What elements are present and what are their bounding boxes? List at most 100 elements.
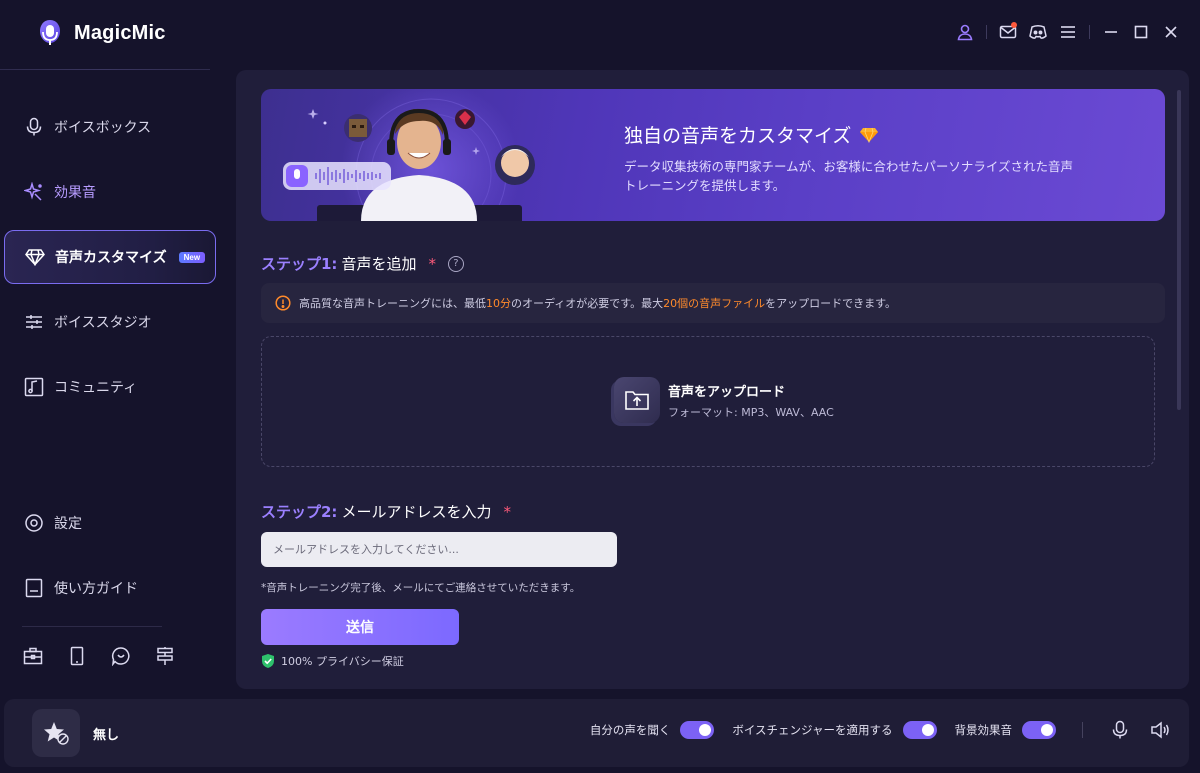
email-field[interactable]: [261, 532, 617, 567]
account-button[interactable]: [950, 18, 980, 46]
privacy-guarantee: 100% プライバシー保証: [261, 653, 404, 669]
sidebar-item-label: 音声カスタマイズ: [55, 250, 167, 266]
close-button[interactable]: [1156, 18, 1186, 46]
microphone-icon[interactable]: [1109, 719, 1131, 741]
banner-illustration: [283, 89, 535, 221]
notice-highlight: 10分: [486, 297, 511, 310]
app-logo: MagicMic: [36, 16, 166, 50]
step2-heading: ステップ2: メールアドレスを入力 *: [261, 501, 511, 522]
sparkle-icon: [24, 182, 44, 202]
sidebar-utility-icons: [22, 645, 176, 667]
required-marker: *: [503, 502, 511, 521]
background-sound-toggle[interactable]: [1022, 721, 1056, 739]
banner-description: データ収集技術の専門家チームが、お客様に合わせたパーソナライズされた音声トレーニ…: [624, 159, 1074, 193]
menu-button[interactable]: [1053, 18, 1083, 46]
notice-part: をアップロードできます。: [765, 297, 897, 310]
current-effect-tile[interactable]: [32, 709, 80, 757]
close-icon: [1165, 26, 1177, 38]
notice-text: 高品質な音声トレーニングには、最低10分のオーディオが必要です。最大20個の音声…: [299, 295, 896, 311]
sidebar-item-sound-effects[interactable]: 効果音: [4, 165, 216, 219]
sidebar-item-voicebox[interactable]: ボイスボックス: [4, 100, 216, 154]
minimize-button[interactable]: [1096, 18, 1126, 46]
speaker-icon[interactable]: [1149, 719, 1171, 741]
submit-button[interactable]: 送信: [261, 609, 459, 645]
scrollbar[interactable]: [1177, 90, 1181, 410]
sidebar-item-label: 使い方ガイド: [54, 581, 138, 597]
step1-title: 音声を追加: [341, 255, 417, 273]
banner-title: 独自の音声をカスタマイズ: [624, 121, 879, 148]
star-off-icon: [44, 722, 69, 745]
privacy-text: 100% プライバシー保証: [281, 655, 404, 668]
sidebar-item-label: ボイススタジオ: [54, 315, 152, 331]
sidebar: ボイスボックス 効果音 音声カスタマイズ New ボイススタジオ コミュニティ …: [0, 70, 220, 690]
sidebar-item-voice-studio[interactable]: ボイススタジオ: [4, 295, 216, 349]
book-icon: [24, 578, 44, 598]
maximize-icon: [1134, 25, 1148, 39]
step1-number: ステップ1:: [261, 255, 338, 273]
main-panel: 独自の音声をカスタマイズ データ収集技術の専門家チームが、お客様に合わせたパーソ…: [236, 70, 1189, 689]
app-name: MagicMic: [74, 21, 166, 44]
promo-banner: 独自の音声をカスタマイズ データ収集技術の専門家チームが、お客様に合わせたパーソ…: [261, 89, 1165, 221]
discord-button[interactable]: [1023, 18, 1053, 46]
upload-label: 音声をアップロード: [668, 384, 786, 400]
magicmic-logo-icon: [40, 20, 60, 45]
gear-icon: [24, 513, 44, 533]
upload-text: 音声をアップロード フォーマット: MP3、WAV、AAC: [668, 381, 834, 420]
notice-part: のオーディオが必要です。最大: [511, 297, 664, 310]
bottombar-separator: [1082, 722, 1083, 738]
toolbar-separator: [1089, 25, 1090, 39]
upload-dropzone[interactable]: 音声をアップロード フォーマット: MP3、WAV、AAC: [261, 336, 1155, 467]
gem-icon: [860, 127, 879, 143]
sidebar-item-label: 効果音: [54, 185, 96, 201]
toggle-label: ボイスチェンジャーを適用する: [732, 723, 893, 737]
notice-part: 高品質な音声トレーニングには、最低: [299, 297, 486, 310]
user-icon: [957, 24, 973, 41]
warning-icon: [275, 295, 291, 311]
sidebar-divider: [22, 626, 162, 627]
step2-number: ステップ2:: [261, 503, 338, 521]
mobile-icon[interactable]: [66, 645, 88, 667]
upload-button[interactable]: 音声をアップロード フォーマット: MP3、WAV、AAC: [614, 377, 834, 423]
current-effect-label: 無し: [93, 728, 120, 743]
new-badge: New: [178, 251, 206, 263]
requirement-notice: 高品質な音声トレーニングには、最低10分のオーディオが必要です。最大20個の音声…: [261, 283, 1165, 323]
notice-highlight: 20個の音声ファイル: [663, 297, 766, 310]
toolbox-icon[interactable]: [22, 645, 44, 667]
discord-icon: [1029, 25, 1047, 39]
sidebar-item-settings[interactable]: 設定: [4, 496, 216, 550]
microphone-icon: [24, 117, 44, 137]
step2-title: メールアドレスを入力: [341, 503, 492, 521]
toolbar-separator: [986, 25, 987, 39]
upload-format: フォーマット: MP3、WAV、AAC: [668, 405, 834, 419]
sidebar-item-label: 設定: [54, 516, 82, 532]
sidebar-item-guide[interactable]: 使い方ガイド: [4, 561, 216, 615]
toggle-label: 自分の声を聞く: [589, 723, 671, 737]
step1-heading: ステップ1: 音声を追加 * ?: [261, 253, 464, 274]
bottom-bar: 無し 自分の声を聞く ボイスチェンジャーを適用する 背景効果音: [4, 699, 1189, 767]
hear-myself-toggle[interactable]: [680, 721, 715, 739]
music-note-icon: [24, 377, 44, 397]
mail-button[interactable]: [993, 18, 1023, 46]
voice-changer-toggle[interactable]: [902, 721, 937, 739]
sidebar-item-label: ボイスボックス: [54, 120, 152, 136]
chat-icon[interactable]: [110, 645, 132, 667]
toggle-label: 背景効果音: [954, 723, 1013, 737]
email-note: *音声トレーニング完了後、メールにてご連絡させていただきます。: [261, 582, 581, 594]
sliders-icon: [24, 312, 44, 332]
audio-toggles: 自分の声を聞く ボイスチェンジャーを適用する 背景効果音: [590, 719, 1171, 741]
help-icon[interactable]: ?: [447, 255, 464, 272]
sidebar-item-voice-customize[interactable]: 音声カスタマイズ New: [4, 230, 216, 284]
notification-dot: [1011, 22, 1017, 28]
signpost-icon[interactable]: [154, 645, 176, 667]
maximize-button[interactable]: [1126, 18, 1156, 46]
menu-icon: [1061, 26, 1075, 38]
shield-check-icon: [262, 654, 274, 668]
minimize-icon: [1105, 31, 1117, 33]
banner-title-text: 独自の音声をカスタマイズ: [624, 125, 852, 147]
sidebar-item-community[interactable]: コミュニティ: [4, 360, 216, 414]
upload-icon: [614, 377, 660, 423]
sidebar-item-label: コミュニティ: [54, 380, 138, 396]
window-toolbar: [950, 18, 1186, 46]
required-marker: *: [428, 254, 436, 273]
diamond-icon: [25, 247, 45, 267]
